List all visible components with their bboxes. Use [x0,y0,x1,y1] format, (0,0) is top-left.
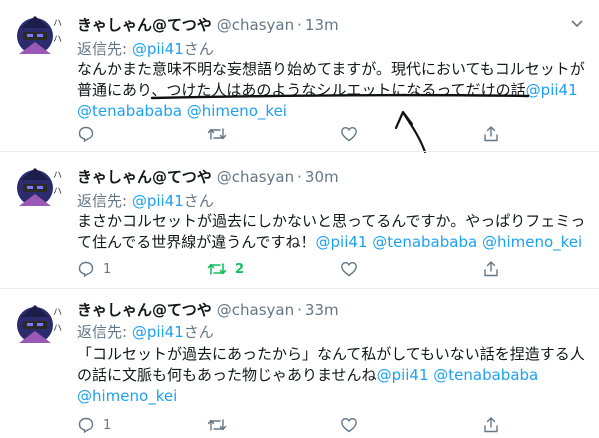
separator-dot: · [297,301,302,319]
action-bar [77,124,517,144]
reply-icon [78,126,94,143]
reply-icon [78,261,94,278]
reply-context: 返信先: @pii41さん [77,38,214,59]
share-icon [484,261,498,277]
tweet-header: きゃしゃん@てつや @chasyan · 33m [77,299,339,320]
heart-icon [341,126,357,142]
separator-dot: · [297,16,302,34]
mention-links[interactable]: @himeno_kei [77,386,592,407]
reply-to-mention[interactable]: @pii41 [132,192,184,210]
user-handle[interactable]: @chasyan [217,16,294,34]
retweet-button[interactable] [207,415,235,435]
tweet-text: 「コルセットが過去にあったから」なんて私がしてもいない話を捏造する人 の話に文脈… [77,344,592,407]
tweet-3[interactable]: ハ ハ きゃしゃん@てつや @chasyan · 33m 返信先: @pii41さん… [0,289,599,438]
reply-context: 返信先: @pii41さん [77,321,214,342]
text-segment: の話に文脈も何もあった物じゃありませんね [77,366,377,384]
tweet-text-line: なんかまた意味不明な妄想語り始めてますが。現代においてもコルセットが [77,60,585,78]
retweet-button[interactable] [207,124,235,144]
share-icon [484,417,498,433]
retweet-button[interactable]: 2 [207,259,244,279]
action-bar: 1 [77,415,517,435]
timestamp[interactable]: 13m [305,16,339,34]
reply-suffix: さん [183,323,214,341]
avatar[interactable]: ハ ハ [13,164,63,214]
action-bar: 1 2 [77,259,517,279]
retweet-icon [207,419,227,431]
display-name[interactable]: きゃしゃん@てつや [77,301,212,319]
tweet-2[interactable]: ハ ハ きゃしゃん@てつや @chasyan · 30m 返信先: @pii41さん… [0,152,599,288]
like-button[interactable] [340,415,366,435]
share-icon [484,126,498,142]
like-button[interactable] [340,124,366,144]
svg-text:ハ: ハ [53,171,62,181]
text-segment: て住んでる世界線が違うんですね！ [77,233,316,251]
timestamp[interactable]: 30m [305,168,339,186]
reply-suffix: さん [183,40,214,58]
tweet-text-line: て住んでる世界線が違うんですね！@pii41 @tenabababa @hime… [77,232,592,253]
tweet-text-line: 「コルセットが過去にあったから」なんて私がしてもいない話を捏造する人 [77,345,585,363]
svg-text:ハ: ハ [53,19,62,29]
svg-text:ハ: ハ [53,187,62,197]
reply-prefix: 返信先: [77,192,132,210]
tweet-header: きゃしゃん@てつや @chasyan · 13m [77,14,339,35]
reply-count: 1 [103,417,112,433]
mention-links[interactable]: @pii41 @tenabababa [377,366,539,384]
tweet-text-line: の話に文脈も何もあった物じゃありませんね@pii41 @tenabababa [77,365,592,386]
reply-icon [78,417,94,434]
separator-dot: · [297,168,302,186]
share-button[interactable] [482,124,500,144]
like-button[interactable] [340,259,366,279]
user-handle[interactable]: @chasyan [217,168,294,186]
tweet-text: まさかコルセットが過去にしかないと思ってるんですか。やっぱりフェミっ て住んでる… [77,211,592,253]
reply-context: 返信先: @pii41さん [77,190,214,211]
display-name[interactable]: きゃしゃん@てつや [77,168,212,186]
heart-icon [341,261,357,277]
retweet-icon [207,128,227,140]
avatar[interactable]: ハ ハ [13,12,63,62]
svg-text:ハ: ハ [53,324,62,334]
heart-icon [341,417,357,433]
chevron-down-icon[interactable] [571,17,583,29]
reply-to-mention[interactable]: @pii41 [132,323,184,341]
reply-count: 1 [103,261,112,277]
display-name[interactable]: きゃしゃん@てつや [77,16,212,34]
mention-links[interactable]: @pii41 @tenabababa @himeno_kei [316,233,583,251]
reply-suffix: さん [183,192,214,210]
tweet-header: きゃしゃん@てつや @chasyan · 30m [77,166,339,187]
share-button[interactable] [482,259,500,279]
reply-button[interactable]: 1 [77,415,111,435]
reply-prefix: 返信先: [77,323,132,341]
svg-text:ハ: ハ [53,35,62,45]
tweet-text-line: まさかコルセットが過去にしかないと思ってるんですか。やっぱりフェミっ [77,212,586,230]
reply-button[interactable] [77,124,103,144]
retweet-icon [207,263,227,275]
reply-prefix: 返信先: [77,40,132,58]
retweet-count: 2 [235,261,245,277]
timestamp[interactable]: 33m [305,301,339,319]
reply-button[interactable]: 1 [77,259,111,279]
user-handle[interactable]: @chasyan [217,301,294,319]
reply-to-mention[interactable]: @pii41 [132,40,184,58]
svg-text:ハ: ハ [53,308,62,318]
tweet-1[interactable]: ハ ハ きゃしゃん@てつや @chasyan · 13m 返信先: @pii41さん… [0,0,599,154]
avatar[interactable]: ハ ハ [13,301,63,351]
share-button[interactable] [482,415,500,435]
